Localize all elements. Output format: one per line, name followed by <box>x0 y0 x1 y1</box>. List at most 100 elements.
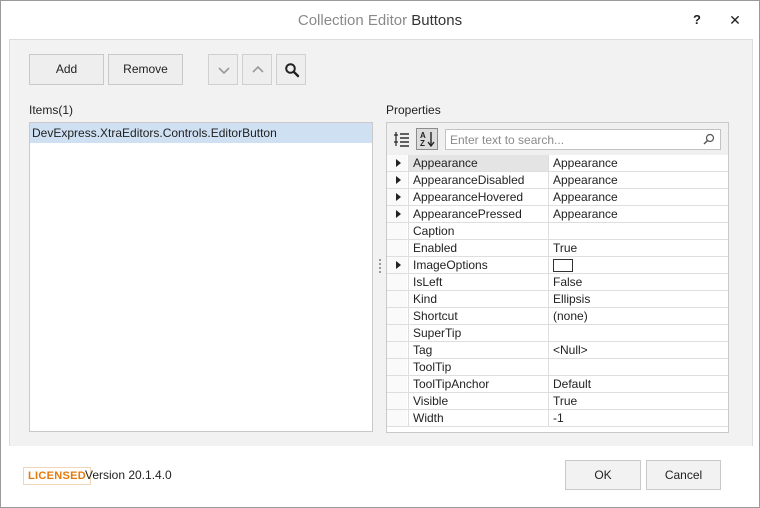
row-indent <box>387 325 407 341</box>
row-indent <box>387 393 407 409</box>
property-value[interactable]: Default <box>548 376 728 392</box>
property-value[interactable]: -1 <box>548 410 728 426</box>
property-value[interactable]: Appearance <box>548 206 728 222</box>
property-value[interactable]: False <box>548 274 728 290</box>
property-row[interactable]: AppearanceHovered Appearance <box>387 189 728 206</box>
window-title-prefix: Collection Editor <box>297 12 408 29</box>
items-label: Items(1) <box>29 103 74 117</box>
splitter-handle[interactable] <box>378 259 382 275</box>
editor-body: Add Remove Items(1) Properties DevExpres… <box>9 39 753 447</box>
property-grid: A Z AppearanceAppearanceAppearanceDisabl… <box>386 122 729 433</box>
ok-button[interactable]: OK <box>565 460 641 490</box>
row-indent <box>387 291 407 307</box>
row-indent <box>387 274 407 290</box>
expand-arrow-icon <box>396 210 401 218</box>
row-indent <box>387 308 407 324</box>
property-row[interactable]: Width -1 <box>387 410 728 427</box>
window-title-name: Buttons <box>411 12 463 29</box>
row-indent <box>387 342 407 358</box>
expand-button[interactable] <box>387 172 407 188</box>
expand-button[interactable] <box>387 257 407 273</box>
property-name: Caption <box>408 223 548 239</box>
property-value[interactable]: Appearance <box>548 189 728 205</box>
chevron-down-icon <box>217 64 231 79</box>
find-button[interactable] <box>276 54 306 85</box>
add-button[interactable]: Add <box>29 54 104 85</box>
expand-button[interactable] <box>387 189 407 205</box>
property-name: ToolTipAnchor <box>408 376 548 392</box>
property-value[interactable]: (none) <box>548 308 728 324</box>
property-row[interactable]: Appearance Appearance <box>387 155 728 172</box>
property-row[interactable]: Tag <Null> <box>387 342 728 359</box>
property-value[interactable] <box>548 325 728 341</box>
items-list[interactable]: DevExpress.XtraEditors.Controls.EditorBu… <box>29 122 373 432</box>
row-indent <box>387 359 407 375</box>
title-bar: Collection Editor Buttons ? ✕ <box>1 1 759 39</box>
window-title: Collection Editor Buttons <box>1 12 759 29</box>
row-indent <box>387 376 407 392</box>
property-value[interactable]: Ellipsis <box>548 291 728 307</box>
property-row[interactable]: Shortcut (none) <box>387 308 728 325</box>
property-value[interactable] <box>548 257 728 273</box>
row-indent <box>387 240 407 256</box>
property-name: Kind <box>408 291 548 307</box>
property-name: SuperTip <box>408 325 548 341</box>
property-row[interactable]: ToolTip <box>387 359 728 376</box>
properties-label: Properties <box>386 103 441 117</box>
property-name: Appearance <box>408 155 548 171</box>
search-icon <box>284 62 300 81</box>
property-name: AppearancePressed <box>408 206 548 222</box>
search-icon <box>703 133 715 148</box>
close-button[interactable]: ✕ <box>725 10 745 30</box>
alphabetical-sort-icon[interactable]: A Z <box>416 128 438 150</box>
property-row[interactable]: Enabled True <box>387 240 728 257</box>
property-name: AppearanceHovered <box>408 189 548 205</box>
property-value[interactable] <box>548 223 728 239</box>
version-label: Version 20.1.4.0 <box>85 468 172 482</box>
image-swatch <box>553 259 573 272</box>
property-value[interactable]: Appearance <box>548 155 728 171</box>
property-row[interactable]: ImageOptions <box>387 257 728 274</box>
property-name: Visible <box>408 393 548 409</box>
move-up-button[interactable] <box>242 54 272 85</box>
expand-arrow-icon <box>396 159 401 167</box>
row-indent <box>387 410 407 426</box>
move-down-button[interactable] <box>208 54 238 85</box>
row-indent <box>387 223 407 239</box>
property-row[interactable]: Visible True <box>387 393 728 410</box>
remove-button[interactable]: Remove <box>108 54 183 85</box>
property-name: ImageOptions <box>408 257 548 273</box>
expand-button[interactable] <box>387 155 407 171</box>
property-row[interactable]: ToolTipAnchor Default <box>387 376 728 393</box>
property-value[interactable] <box>548 359 728 375</box>
property-row[interactable]: AppearancePressed Appearance <box>387 206 728 223</box>
property-name: Width <box>408 410 548 426</box>
help-button[interactable]: ? <box>687 10 707 30</box>
expand-arrow-icon <box>396 193 401 201</box>
property-grid-toolbar: A Z <box>387 123 728 155</box>
property-row[interactable]: SuperTip <box>387 325 728 342</box>
dialog-footer: LICENSED Version 20.1.4.0 OK Cancel <box>1 446 759 507</box>
expand-button[interactable] <box>387 206 407 222</box>
property-value[interactable]: True <box>548 240 728 256</box>
property-value[interactable]: True <box>548 393 728 409</box>
property-value[interactable]: Appearance <box>548 172 728 188</box>
svg-text:Z: Z <box>420 139 425 148</box>
property-value[interactable]: <Null> <box>548 342 728 358</box>
license-badge: LICENSED <box>23 467 92 485</box>
property-name: ToolTip <box>408 359 548 375</box>
property-row[interactable]: IsLeft False <box>387 274 728 291</box>
expand-arrow-icon <box>396 176 401 184</box>
property-name: Shortcut <box>408 308 548 324</box>
property-name: AppearanceDisabled <box>408 172 548 188</box>
property-row[interactable]: AppearanceDisabled Appearance <box>387 172 728 189</box>
property-search-box <box>445 129 721 150</box>
property-row[interactable]: Caption <box>387 223 728 240</box>
property-name: Tag <box>408 342 548 358</box>
cancel-button[interactable]: Cancel <box>646 460 721 490</box>
property-search-input[interactable] <box>450 131 695 148</box>
property-row[interactable]: Kind Ellipsis <box>387 291 728 308</box>
property-rows: Appearance Appearance AppearanceDisabled Ap… <box>387 155 728 427</box>
list-item[interactable]: DevExpress.XtraEditors.Controls.EditorBu… <box>30 123 372 143</box>
categorized-view-icon[interactable] <box>393 130 411 148</box>
